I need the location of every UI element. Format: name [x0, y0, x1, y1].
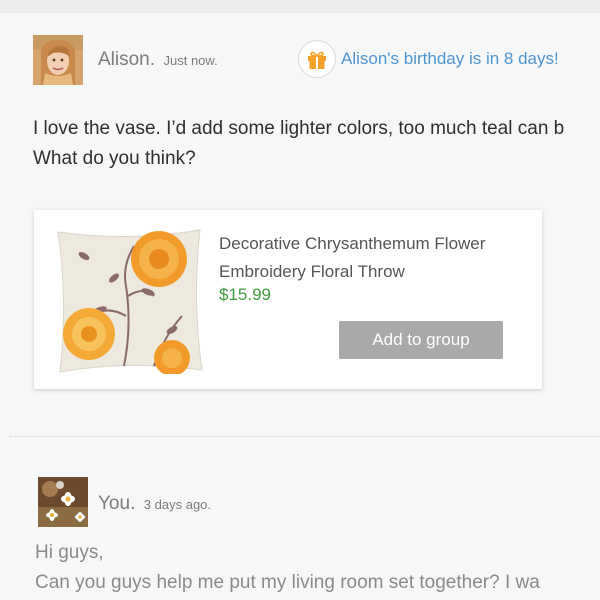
author-line: Alison. Just now.	[98, 49, 218, 71]
page: Alison. Just now. Alison's birthday is i…	[0, 0, 600, 600]
post-message: I love the vase. I’d add some lighter co…	[33, 114, 564, 174]
author-name[interactable]: You.	[98, 493, 135, 514]
avatar-you[interactable]	[38, 477, 88, 527]
product-title-line: Embroidery Floral Throw	[219, 262, 405, 281]
avatar-alison[interactable]	[33, 35, 83, 85]
message-line: What do you think?	[33, 148, 196, 169]
message-line: I love the vase. I’d add some lighter co…	[33, 118, 565, 139]
product-title-line: Decorative Chrysanthemum Flower	[219, 234, 486, 253]
product-price: $15.99	[219, 285, 271, 304]
author-line: You. 3 days ago.	[98, 493, 211, 515]
birthday-notice[interactable]: Alison's birthday is in 8 days!	[298, 40, 559, 78]
feed-post: You. 3 days ago. Hi guys, Can you guys h…	[0, 437, 600, 600]
gift-icon	[298, 40, 336, 78]
add-to-group-button[interactable]: Add to group	[339, 321, 503, 359]
post-message: Hi guys, Can you guys help me put my liv…	[35, 538, 540, 598]
product-title[interactable]: Decorative Chrysanthemum Flower Embroide…	[219, 230, 529, 286]
message-line: Hi guys,	[35, 542, 104, 563]
message-line: Can you guys help me put my living room …	[35, 572, 540, 593]
top-strip	[0, 0, 600, 13]
birthday-notice-text[interactable]: Alison's birthday is in 8 days!	[341, 49, 559, 69]
product-card[interactable]: Decorative Chrysanthemum Flower Embroide…	[34, 210, 542, 389]
timestamp: Just now.	[163, 53, 218, 68]
author-name[interactable]: Alison.	[98, 49, 155, 70]
feed-post: Alison. Just now. Alison's birthday is i…	[0, 13, 600, 437]
product-image[interactable]	[54, 226, 204, 376]
timestamp: 3 days ago.	[143, 497, 212, 512]
